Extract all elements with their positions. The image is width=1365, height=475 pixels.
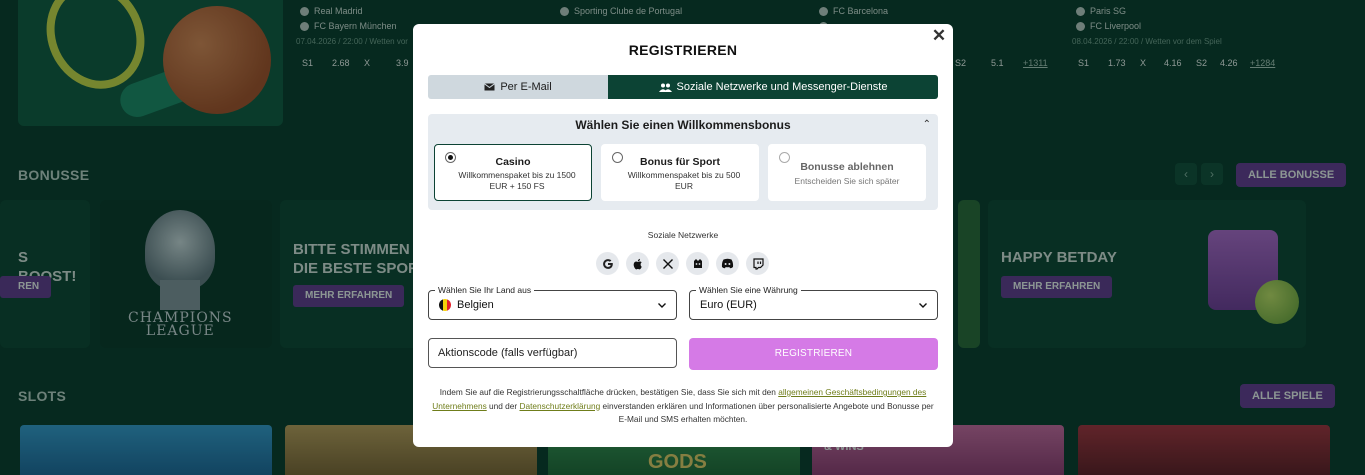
x-icon bbox=[662, 258, 673, 269]
tab-social-networks[interactable]: Soziale Netzwerke und Messenger-Dienste bbox=[608, 75, 938, 99]
welcome-bonus-title: Wählen Sie einen Willkommensbonus bbox=[575, 118, 791, 132]
tab-label: Soziale Netzwerke und Messenger-Dienste bbox=[676, 81, 888, 93]
bonus-option-title: Casino bbox=[495, 156, 531, 168]
legal-text: Indem Sie auf die Registrierungsschaltfl… bbox=[439, 387, 779, 397]
bonus-option-title: Bonusse ablehnen bbox=[800, 161, 894, 173]
country-select-value: Belgien bbox=[457, 299, 494, 311]
privacy-policy-link[interactable]: Datenschutzerklärung bbox=[519, 401, 600, 411]
discord-login-button[interactable] bbox=[716, 252, 739, 275]
tab-email[interactable]: Per E-Mail bbox=[428, 75, 608, 99]
apple-icon bbox=[633, 258, 642, 269]
registration-modal: ✕ REGISTRIEREN Per E-Mail Soziale Netzwe… bbox=[413, 24, 953, 447]
discord-icon bbox=[721, 258, 734, 269]
social-networks-label: Soziale Netzwerke bbox=[647, 230, 719, 240]
mailru-login-button[interactable] bbox=[686, 252, 709, 275]
users-icon bbox=[658, 83, 672, 92]
currency-select-value: Euro (EUR) bbox=[700, 299, 757, 311]
google-login-button[interactable] bbox=[596, 252, 619, 275]
chevron-up-icon[interactable]: ⌃ bbox=[923, 119, 931, 130]
currency-select-label: Wählen Sie eine Währung bbox=[696, 284, 801, 296]
legal-text: einverstanden erklären und Informationen… bbox=[600, 400, 934, 425]
legal-notice: Indem Sie auf die Registrierungsschaltfl… bbox=[428, 386, 938, 427]
bonus-option-title: Bonus für Sport bbox=[640, 156, 720, 168]
currency-select[interactable]: Wählen Sie eine Währung Euro (EUR) bbox=[689, 284, 938, 320]
promo-code-input[interactable] bbox=[428, 338, 677, 368]
legal-text: und der bbox=[486, 400, 520, 411]
twitch-icon bbox=[752, 257, 764, 270]
tab-label: Per E-Mail bbox=[500, 81, 552, 93]
bonus-option-decline[interactable]: Bonusse ablehnen Entscheiden Sie sich sp… bbox=[768, 144, 926, 201]
apple-login-button[interactable] bbox=[626, 252, 649, 275]
country-select-label: Wählen Sie Ihr Land aus bbox=[435, 284, 535, 296]
chevron-down-icon bbox=[658, 303, 666, 308]
welcome-bonus-panel: Wählen Sie einen Willkommensbonus ⌃ Casi… bbox=[428, 114, 938, 210]
modal-title: REGISTRIEREN bbox=[628, 42, 738, 58]
registration-tabs: Per E-Mail Soziale Netzwerke und Messeng… bbox=[428, 75, 938, 99]
google-icon bbox=[602, 258, 613, 269]
belgium-flag-icon bbox=[439, 299, 451, 311]
chevron-down-icon bbox=[919, 303, 927, 308]
bonus-option-description: Entscheiden Sie sich später bbox=[794, 176, 900, 186]
country-select[interactable]: Wählen Sie Ihr Land aus Belgien bbox=[428, 284, 677, 320]
x-login-button[interactable] bbox=[656, 252, 679, 275]
register-button[interactable]: REGISTRIEREN bbox=[689, 338, 938, 370]
social-login-buttons bbox=[596, 252, 769, 275]
bonus-option-description: Willkommenspaket bis zu 500 EUR bbox=[627, 170, 741, 191]
bonus-option-description: Willkommenspaket bis zu 1500 EUR + 150 F… bbox=[458, 170, 576, 191]
envelope-icon bbox=[484, 83, 496, 91]
mailru-icon bbox=[693, 258, 702, 268]
bonus-option-casino[interactable]: Casino Willkommenspaket bis zu 1500 EUR … bbox=[434, 144, 592, 201]
bonus-option-sport[interactable]: Bonus für Sport Willkommenspaket bis zu … bbox=[601, 144, 759, 201]
twitch-login-button[interactable] bbox=[746, 252, 769, 275]
